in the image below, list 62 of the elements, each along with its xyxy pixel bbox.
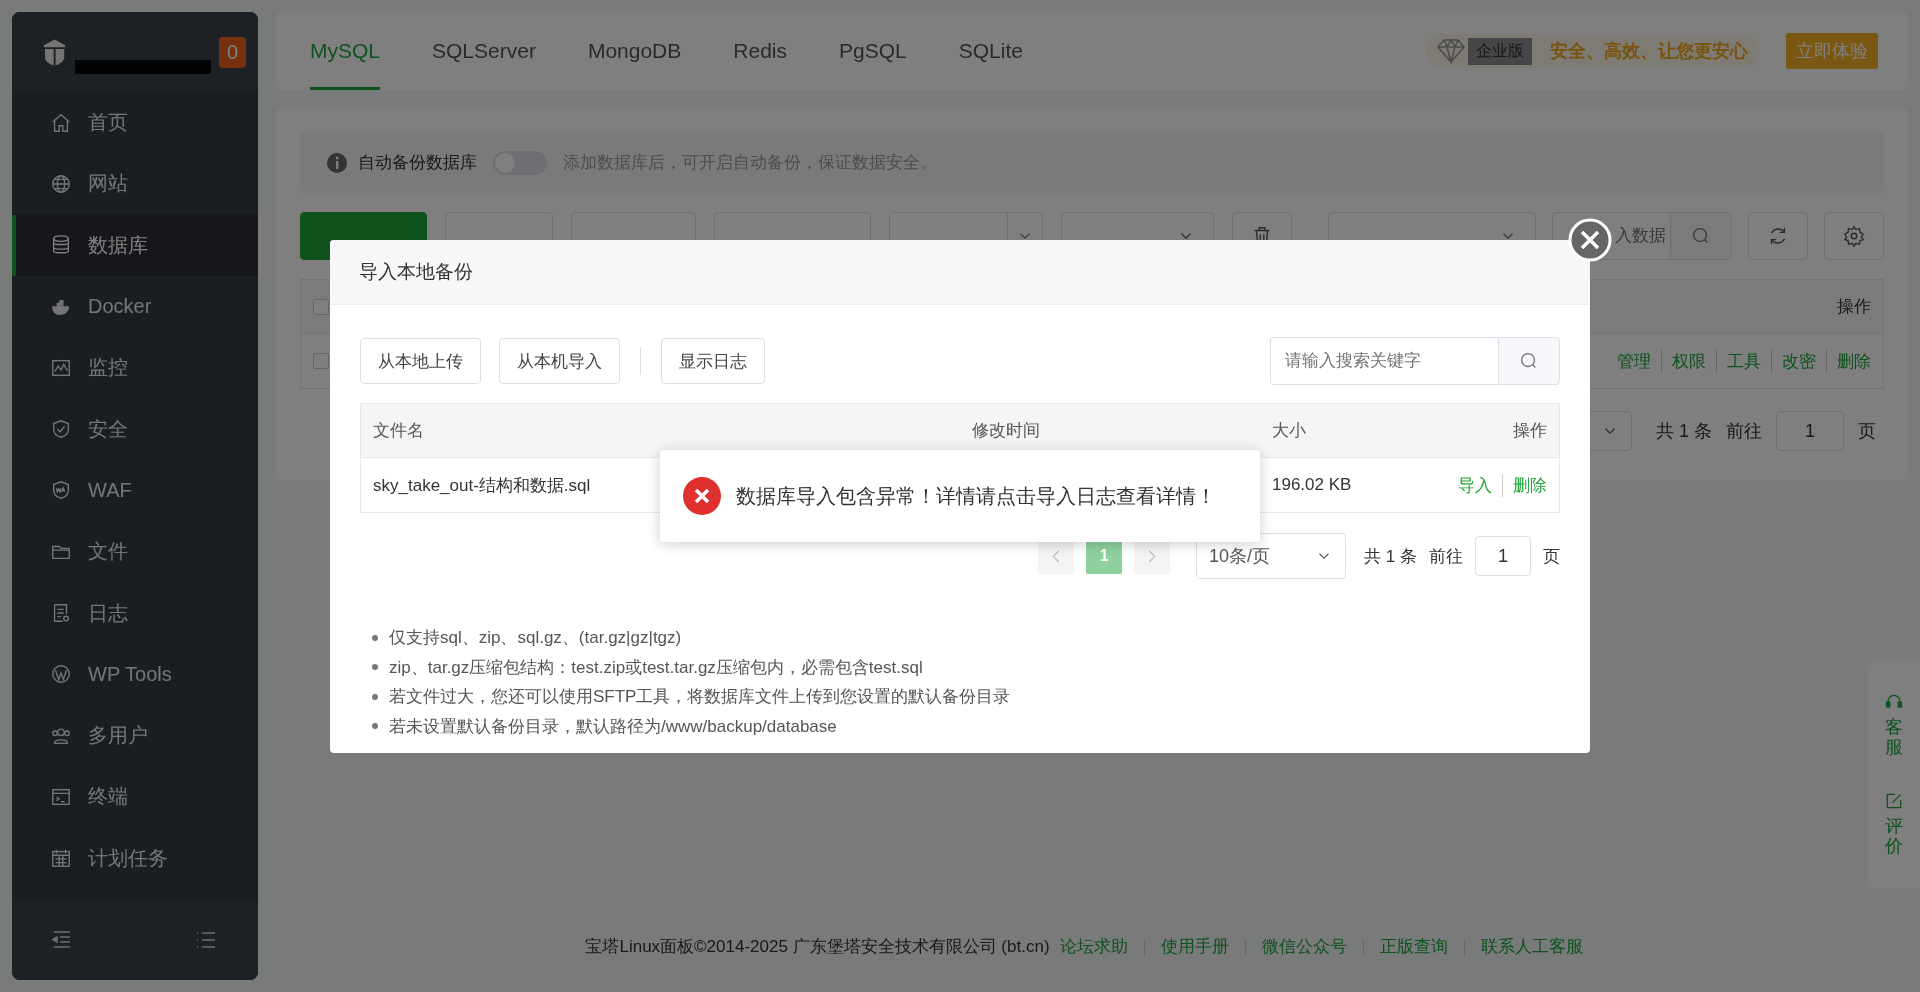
- sidebar-item[interactable]: 安全: [12, 398, 258, 460]
- total-count: 共 1 条: [1364, 545, 1417, 568]
- database-tab[interactable]: SQLServer: [432, 12, 536, 90]
- sidebar-item[interactable]: 监控: [12, 337, 258, 399]
- database-tab[interactable]: MongoDB: [587, 12, 682, 90]
- row-action-link[interactable]: 工具: [1716, 349, 1761, 373]
- sidebar-item[interactable]: WP Tools: [12, 643, 258, 705]
- row-action-link[interactable]: 权限: [1661, 349, 1706, 373]
- footer-link[interactable]: 使用手册: [1143, 938, 1245, 955]
- copyright-text: 宝塔Linux面板©2014-2025 广东堡塔安全技术有限公司 (bt.cn): [585, 936, 1050, 958]
- row-action-link[interactable]: 删除: [1502, 473, 1547, 497]
- footer-link[interactable]: 联系人工客服: [1463, 938, 1599, 955]
- database-tab[interactable]: MySQL: [310, 12, 380, 90]
- note-item: 仅支持sql、zip、sql.gz、(tar.gz|gz|tgz): [389, 627, 682, 649]
- sidebar-item[interactable]: 日志: [12, 582, 258, 644]
- note-item: 若未设置默认备份目录，默认路径为/www/backup/database: [389, 715, 837, 738]
- footer-link[interactable]: 微信公众号: [1244, 938, 1363, 955]
- dialog-button[interactable]: 从本地上传: [360, 338, 481, 384]
- sidebar-item[interactable]: 数据库: [12, 214, 258, 276]
- footer-link[interactable]: 正版查询: [1362, 938, 1464, 955]
- dialog-button[interactable]: 显示日志: [661, 338, 765, 384]
- file-size-cell-text: 196.02 KB: [1271, 475, 1353, 495]
- goto-label: 前往: [1429, 545, 1463, 568]
- goto-label: 前往: [1726, 420, 1762, 443]
- column-header: 操作: [1837, 296, 1871, 318]
- float-panel-button[interactable]: 评价: [1884, 791, 1904, 858]
- sidebar-item[interactable]: 终端: [12, 766, 258, 828]
- note-item: zip、tar.gz压缩包结构：test.zip或test.tar.gz压缩包内，必需包含test.sql: [389, 656, 923, 679]
- promo-slogan: 安全、高效、让您更安心: [1550, 40, 1748, 63]
- backup-search-field[interactable]: 请输入搜索关键字: [1270, 337, 1498, 385]
- sidebar-item[interactable]: Docker: [12, 275, 258, 338]
- page-unit: 页: [1543, 545, 1560, 568]
- sidebar-item[interactable]: 多用户: [12, 704, 258, 767]
- page-input[interactable]: 1: [1475, 536, 1531, 576]
- sidebar-item[interactable]: 文件: [12, 521, 258, 583]
- footer-link[interactable]: 论坛求助: [1049, 938, 1144, 955]
- row-action-link[interactable]: 管理: [1617, 349, 1651, 373]
- dialog-button[interactable]: 从本机导入: [499, 338, 620, 384]
- database-tab[interactable]: SQLite: [958, 12, 1023, 90]
- dialog-title: 导入本地备份: [359, 260, 473, 284]
- column-header: 修改时间: [971, 420, 1041, 442]
- notification-badge[interactable]: 0: [218, 36, 246, 68]
- column-header: 文件名: [372, 420, 425, 442]
- file-name-cell-text: sky_take_out-结构和数据.sql: [372, 474, 592, 497]
- sidebar-item[interactable]: 计划任务: [12, 827, 258, 889]
- note-item: 若文件过大，您还可以使用SFTP工具，将数据库文件上传到您设置的默认备份目录: [389, 686, 1011, 708]
- sidebar-item[interactable]: WAF: [12, 459, 258, 522]
- error-message: 数据库导入包含异常！详情请点击导入日志查看详情！: [736, 483, 1216, 509]
- row-action-link[interactable]: 导入: [1458, 473, 1492, 497]
- row-action-link[interactable]: 改密: [1771, 349, 1816, 373]
- total-count: 共 1 条: [1656, 420, 1712, 443]
- row-action-link[interactable]: 删除: [1826, 349, 1871, 373]
- float-panel-button[interactable]: 客服: [1884, 691, 1904, 758]
- page-input[interactable]: 1: [1776, 411, 1844, 451]
- page-unit: 页: [1858, 420, 1876, 443]
- database-tab[interactable]: Redis: [733, 12, 787, 90]
- column-header: 操作: [1512, 420, 1548, 442]
- column-header: 大小: [1271, 420, 1307, 442]
- sidebar-item[interactable]: 网站: [12, 153, 258, 215]
- sidebar-item[interactable]: 首页: [12, 92, 258, 154]
- auto-backup-label: 自动备份数据库: [358, 152, 477, 174]
- database-tab[interactable]: PgSQL: [839, 12, 907, 90]
